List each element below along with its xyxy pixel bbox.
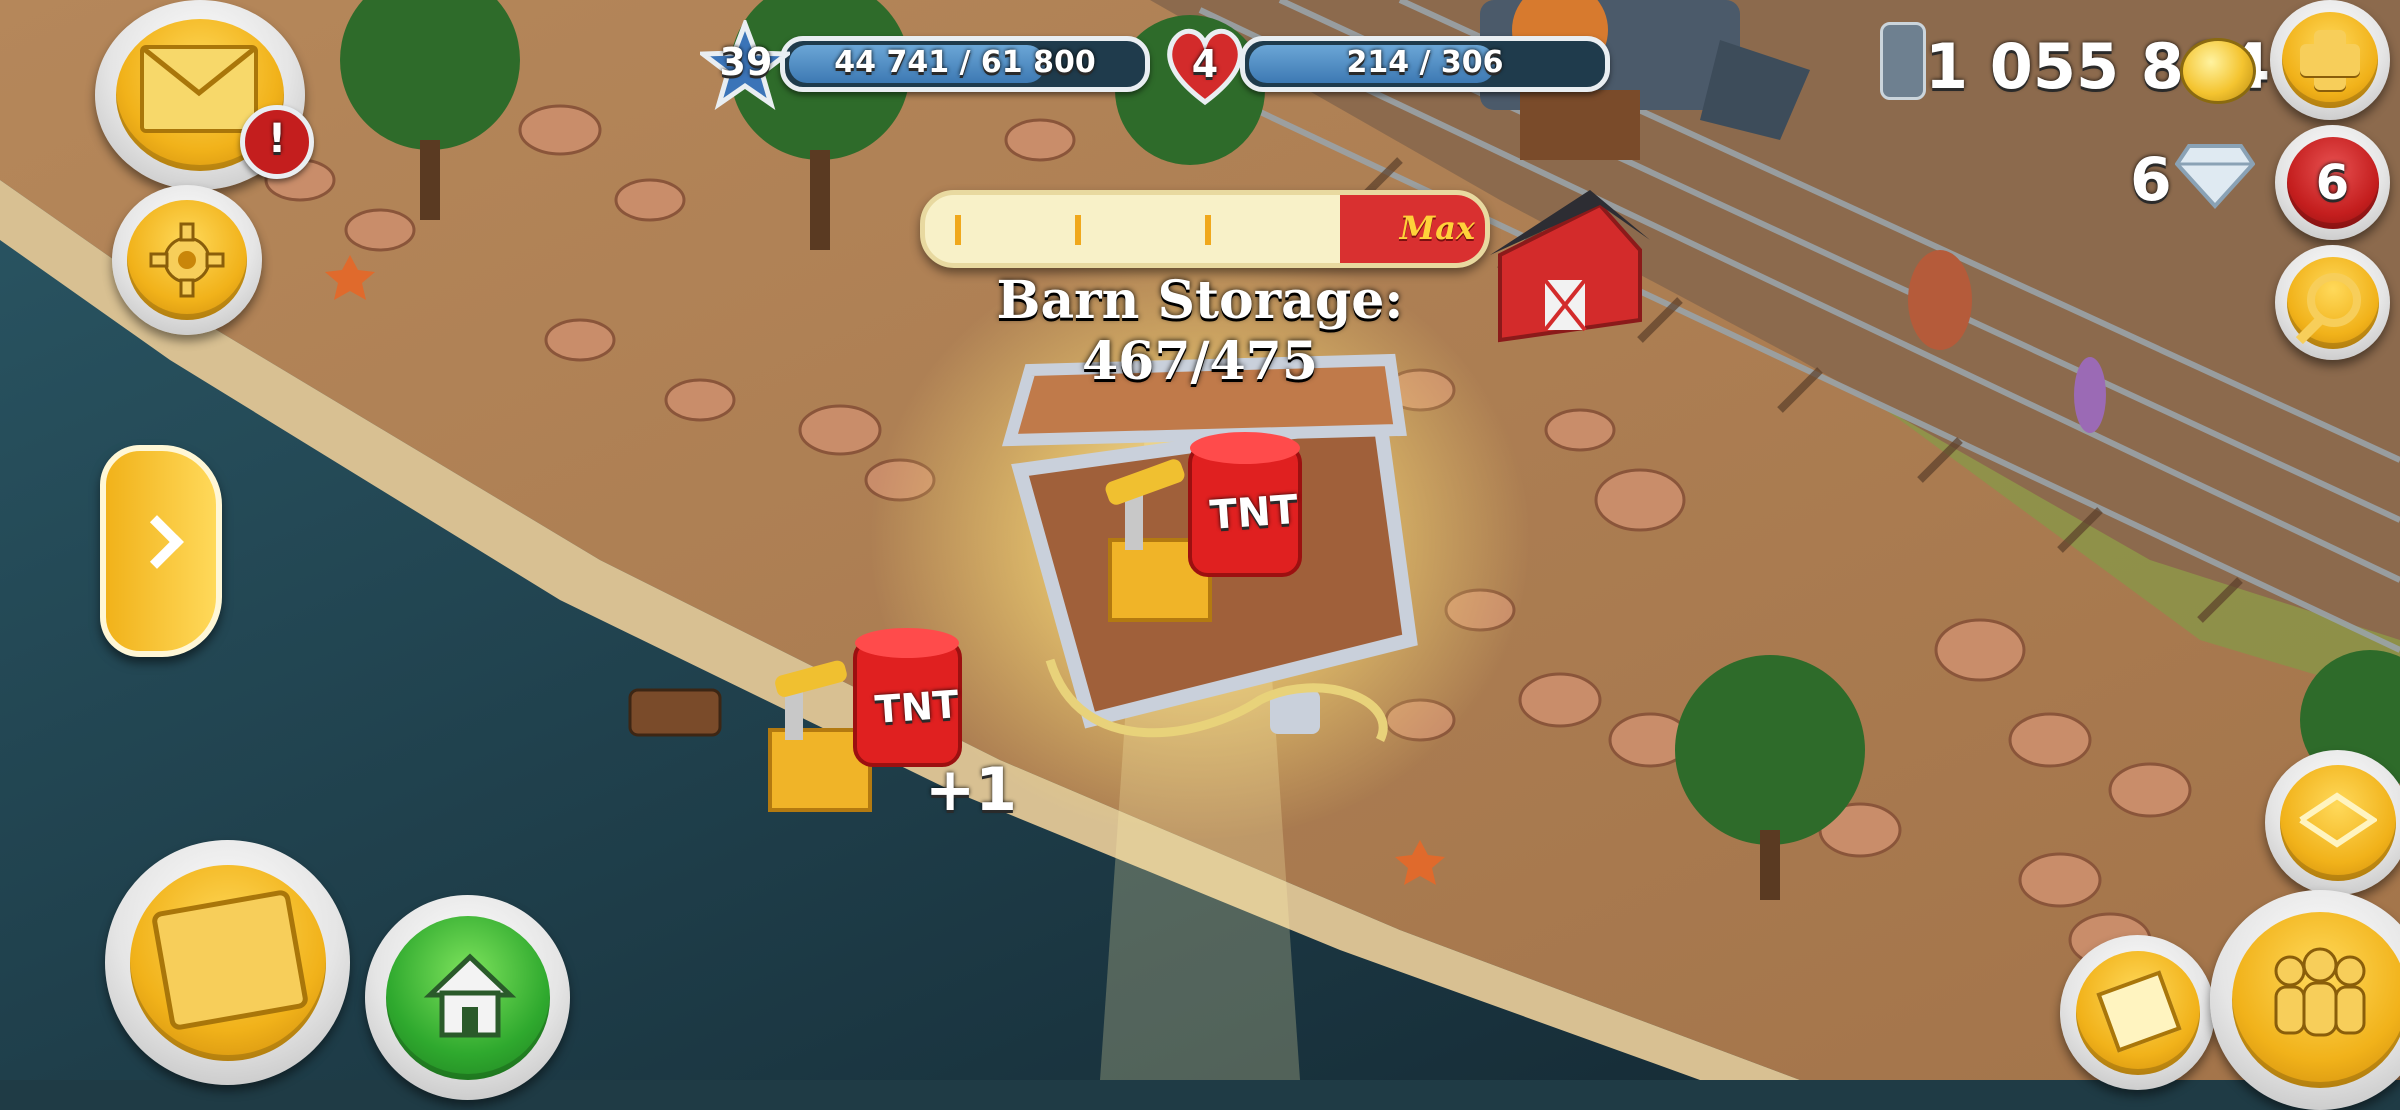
coin-icon (2180, 38, 2256, 104)
edit-mode-button[interactable] (2265, 750, 2400, 895)
house-icon (423, 953, 517, 1038)
barn-storage-label: Barn Storage: 467/475 (996, 270, 1404, 392)
people-icon (2274, 947, 2366, 1037)
settings-button[interactable] (112, 185, 262, 335)
gear-icon (149, 222, 225, 298)
storage-marker (955, 215, 961, 245)
add-coins-button[interactable] (2270, 0, 2390, 120)
shop-button[interactable] (105, 840, 350, 1085)
xp-bar: 44 741 / 61 800 (780, 36, 1150, 92)
storage-marker (1075, 215, 1081, 245)
diamond-badge: 6 (2315, 155, 2350, 211)
reputation-text: 214 / 306 (1346, 45, 1504, 80)
game-scene[interactable]: TNT TNT +1 Max Barn Storage: 467/475 44 … (0, 0, 2400, 1110)
farm-world (0, 0, 2400, 1080)
barn-storage-bar: Max (920, 190, 1490, 268)
storage-marker (1205, 215, 1211, 245)
tnt-small-label: TNT (873, 682, 961, 732)
xp-text: 44 741 / 61 800 (834, 45, 1096, 80)
expand-panel-button[interactable] (100, 445, 222, 657)
diamond-icon (2174, 140, 2256, 210)
reward-plus-count: +1 (925, 755, 1018, 825)
tnt-big-label: TNT (1208, 486, 1300, 540)
hearts-number: 4 (1191, 42, 1219, 86)
mail-alert-badge: ! (240, 105, 314, 179)
level-number: 39 (719, 40, 773, 84)
diamonds-count: 6 (2130, 145, 2172, 215)
cash-register-icon (150, 888, 310, 1032)
search-button[interactable] (2275, 245, 2390, 360)
move-arrows-icon (2299, 792, 2377, 848)
envelope-flap (142, 47, 256, 97)
reputation-bar: 214 / 306 (1240, 36, 1610, 92)
mail-alert-text: ! (267, 116, 287, 162)
chevron-right-icon (130, 515, 184, 569)
photo-album-button[interactable] (2060, 935, 2215, 1090)
storage-max-tag: Max (1399, 209, 1475, 247)
home-button[interactable] (365, 895, 570, 1100)
silo-icon (1880, 22, 1926, 100)
diamond-button[interactable]: 6 (2275, 125, 2390, 240)
plus-icon (2300, 44, 2360, 76)
